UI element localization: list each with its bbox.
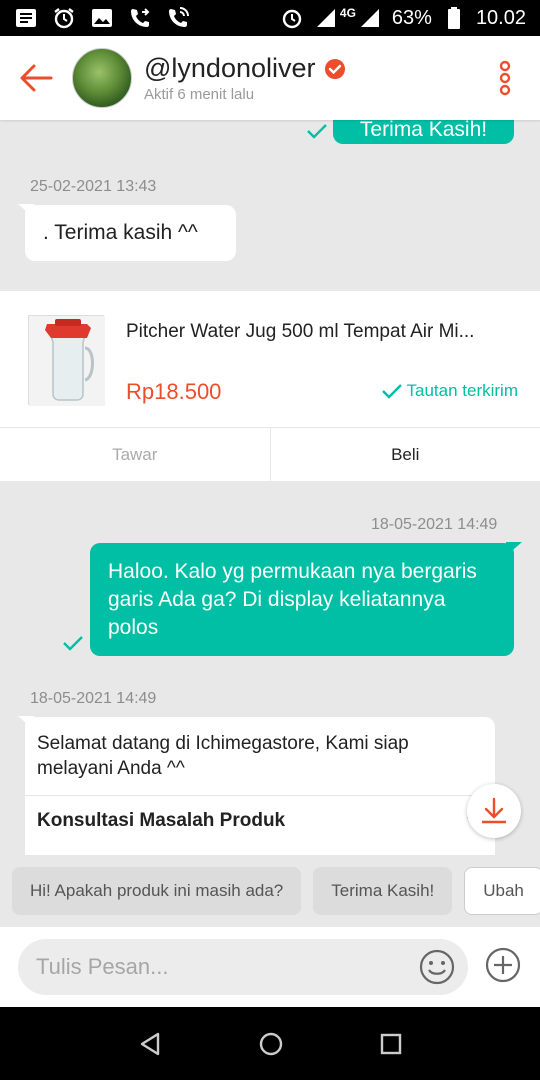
download-arrow-icon [482,797,506,824]
quick-reply-edit-chip[interactable]: Ubah [464,867,540,915]
faq-option[interactable]: Konsultasi Masalah Produk [25,796,495,846]
message-bubble-outgoing[interactable]: Terima Kasih! [333,120,514,144]
status-bar: 4G 63% 10.02 [0,0,540,36]
message-timestamp: 18-05-2021 14:49 [30,690,157,707]
tawar-button[interactable]: Tawar [0,428,271,481]
image-icon [90,6,114,30]
scroll-to-bottom-button[interactable] [467,784,521,838]
call-forward-icon [128,6,152,30]
message-text: Terima Kasih! [359,120,488,141]
plus-circle-icon [485,947,521,982]
sent-check-icon [63,636,83,651]
message-input[interactable]: Tulis Pesan... [18,939,468,995]
pitcher-image [29,316,105,406]
bubble-tail [506,542,522,556]
notification-list-icon [14,6,38,30]
beli-button[interactable]: Beli [271,428,540,481]
product-name[interactable]: Pitcher Water Jug 500 ml Tempat Air Mi..… [126,321,474,343]
product-actions: Tawar Beli [0,427,540,481]
online-status: Aktif 6 menit lalu [144,86,255,103]
alarm-icon-right [280,6,304,30]
recents-square-icon[interactable] [380,1033,402,1055]
message-input-placeholder: Tulis Pesan... [36,954,169,979]
android-nav-bar [0,1007,540,1080]
back-button[interactable] [0,36,72,120]
message-input-bar: Tulis Pesan... [0,927,540,1007]
link-sent-status: Tautan terkirim [381,381,518,401]
sent-check-icon [307,124,327,139]
battery-percent: 63% [391,6,432,29]
verified-badge-icon [324,58,345,79]
chat-messages[interactable]: Terima Kasih! 25-02-2021 13:43 . Terima … [0,120,540,855]
emoji-icon[interactable] [418,948,456,986]
welcome-text: Selamat datang di Ichimegastore, Kami si… [37,733,409,779]
product-price: Rp18.500 [126,379,222,404]
message-text: . Terima kasih ^^ [43,221,198,244]
arrow-left-icon [20,64,53,92]
check-icon [381,384,402,399]
clock: 10.02 [475,6,526,29]
signal-icon [314,6,338,30]
quick-replies: Hi! Apakah produk ini masih ada? Terima … [0,855,540,927]
more-options-button[interactable] [470,36,540,120]
network-type: 4G [339,6,356,20]
faq-option-label: Konsultasi Masalah Produk [37,810,286,831]
battery-icon [442,6,466,30]
welcome-card: Selamat datang di Ichimegastore, Kami si… [25,717,495,855]
quick-reply-chip[interactable]: Terima Kasih! [313,867,453,915]
message-timestamp: 25-02-2021 13:43 [30,178,157,195]
product-card[interactable]: Pitcher Water Jug 500 ml Tempat Air Mi..… [0,291,540,481]
back-triangle-icon[interactable] [138,1031,162,1057]
username[interactable]: @lyndonoliver [144,53,316,84]
message-bubble-outgoing[interactable]: Haloo. Kalo yg permukaan nya bergaris ga… [90,543,514,656]
chat-header: @lyndonoliver Aktif 6 menit lalu [0,36,540,120]
home-circle-icon[interactable] [258,1031,284,1057]
quick-reply-chip[interactable]: Hi! Apakah produk ini masih ada? [12,867,302,915]
avatar[interactable] [72,48,132,108]
message-text: Haloo. Kalo yg permukaan nya bergaris ga… [108,560,477,639]
message-timestamp: 18-05-2021 14:49 [371,516,498,533]
attach-button[interactable] [484,946,522,989]
message-bubble-incoming[interactable]: . Terima kasih ^^ [25,205,236,261]
product-thumbnail[interactable] [28,315,105,406]
more-vertical-icon [499,60,511,96]
call-wifi-icon [166,6,190,30]
alarm-icon [52,6,76,30]
signal-icon-2 [358,6,382,30]
link-sent-text: Tautan terkirim [406,381,518,400]
